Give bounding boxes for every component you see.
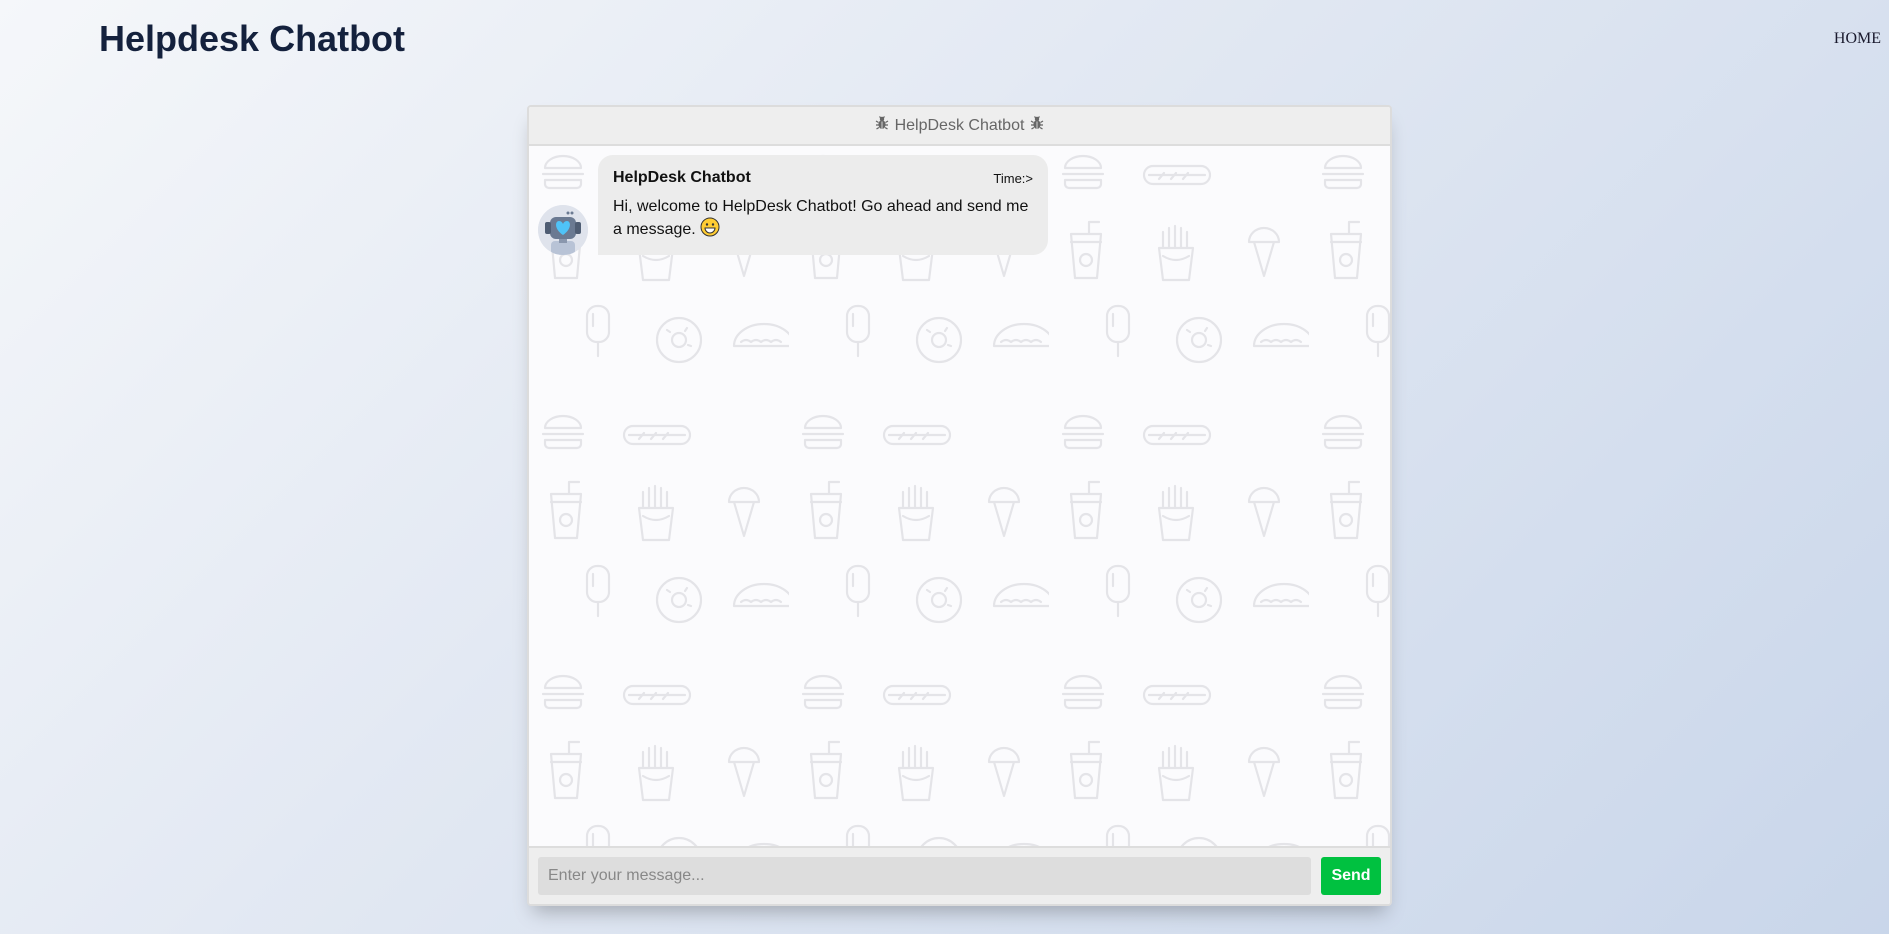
message-row-bot: HelpDesk Chatbot Time:> Hi, welcome to H… [538, 155, 1048, 255]
chat-header: HelpDesk Chatbot [529, 107, 1390, 146]
message-sender: HelpDesk Chatbot [613, 169, 751, 186]
page-title: Helpdesk Chatbot [99, 18, 406, 59]
bug-icon [1029, 115, 1045, 136]
message-time: Time:> [993, 170, 1033, 186]
message-info: HelpDesk Chatbot Time:> [613, 169, 1033, 187]
nav-home-link[interactable]: HOME [1834, 30, 1881, 48]
message-input-area: Send [529, 846, 1390, 904]
bug-icon [874, 115, 890, 136]
message-text: Hi, welcome to HelpDesk Chatbot! Go ahea… [613, 198, 1029, 238]
message-input[interactable] [538, 857, 1311, 895]
robot-avatar [538, 205, 588, 255]
message-text-container: Hi, welcome to HelpDesk Chatbot! Go ahea… [613, 196, 1033, 240]
grinning-emoji-icon [700, 217, 720, 237]
chat-window: HelpDesk Chatbot HelpDesk Chatbot Time:>… [527, 105, 1392, 906]
chat-messages[interactable]: HelpDesk Chatbot Time:> Hi, welcome to H… [529, 146, 1390, 846]
chat-header-title: HelpDesk Chatbot [894, 116, 1025, 134]
send-button[interactable]: Send [1321, 857, 1381, 895]
message-bubble: HelpDesk Chatbot Time:> Hi, welcome to H… [598, 155, 1048, 255]
